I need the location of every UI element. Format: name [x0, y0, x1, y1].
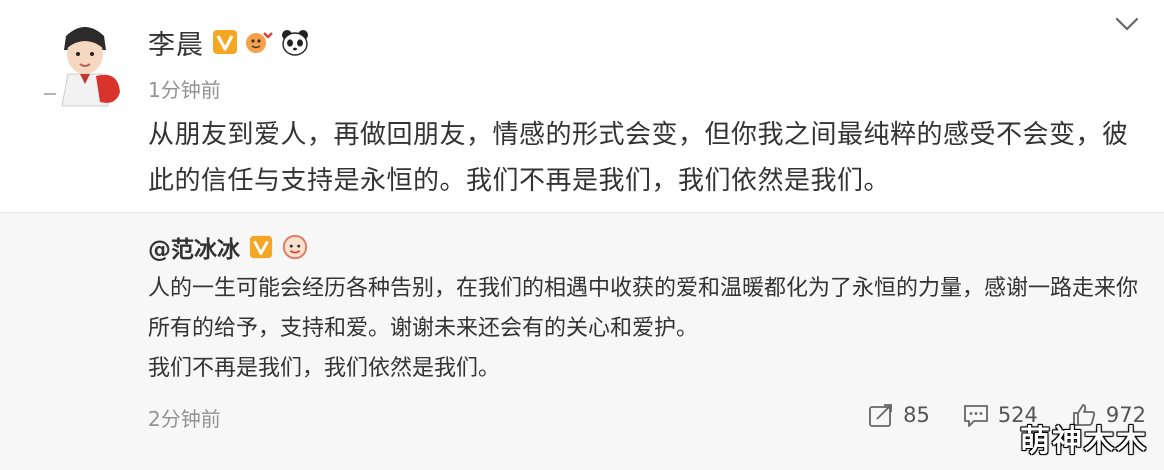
weibo-post: 李晨 1分钟前 从朋友到爱人，再做回朋友，情感的形式会变，但你我之间最纯粹的感受… — [0, 0, 1164, 212]
verified-badge-icon — [212, 29, 238, 55]
repost-timestamp[interactable]: 2分钟前 — [148, 403, 221, 432]
fan-badge-icon — [280, 232, 310, 262]
watermark-text: 萌神木木 — [1020, 424, 1148, 459]
repost-author-line: @范冰冰 — [148, 229, 310, 265]
post-body-text: 从朋友到爱人，再做回朋友，情感的形式会变，但你我之间最纯粹的感受不会变，彼此的信… — [148, 120, 1129, 196]
repost-paragraph: 人的一生可能会经历各种告别，在我们的相遇中收获的爱和温暖都化为了永恒的力量，感谢… — [148, 276, 1139, 341]
author-line: 李晨 — [148, 20, 310, 64]
repost-paragraph: 我们不再是我们，我们依然是我们。 — [148, 356, 501, 381]
chevron-down-icon[interactable] — [1112, 12, 1142, 36]
repost-count: 85 — [903, 403, 930, 427]
reposted-weibo[interactable]: @范冰冰 人的一生可能会经历各种告别，在我们的相遇中收获的爱和温暖都化为了永恒的… — [0, 212, 1164, 470]
repost-author-name[interactable]: @范冰冰 — [148, 230, 240, 264]
author-avatar[interactable] — [36, 14, 134, 112]
fan-badge-icon — [244, 27, 274, 57]
post-timestamp[interactable]: 1分钟前 — [148, 74, 221, 103]
panda-icon — [280, 27, 310, 57]
repost-body: 人的一生可能会经历各种告别，在我们的相遇中收获的爱和温暖都化为了永恒的力量，感谢… — [148, 269, 1138, 389]
author-name[interactable]: 李晨 — [148, 23, 204, 62]
verified-badge-icon — [248, 234, 274, 260]
share-icon — [869, 404, 892, 427]
comment-icon — [963, 405, 988, 427]
repost-button[interactable]: 85 — [867, 401, 930, 429]
